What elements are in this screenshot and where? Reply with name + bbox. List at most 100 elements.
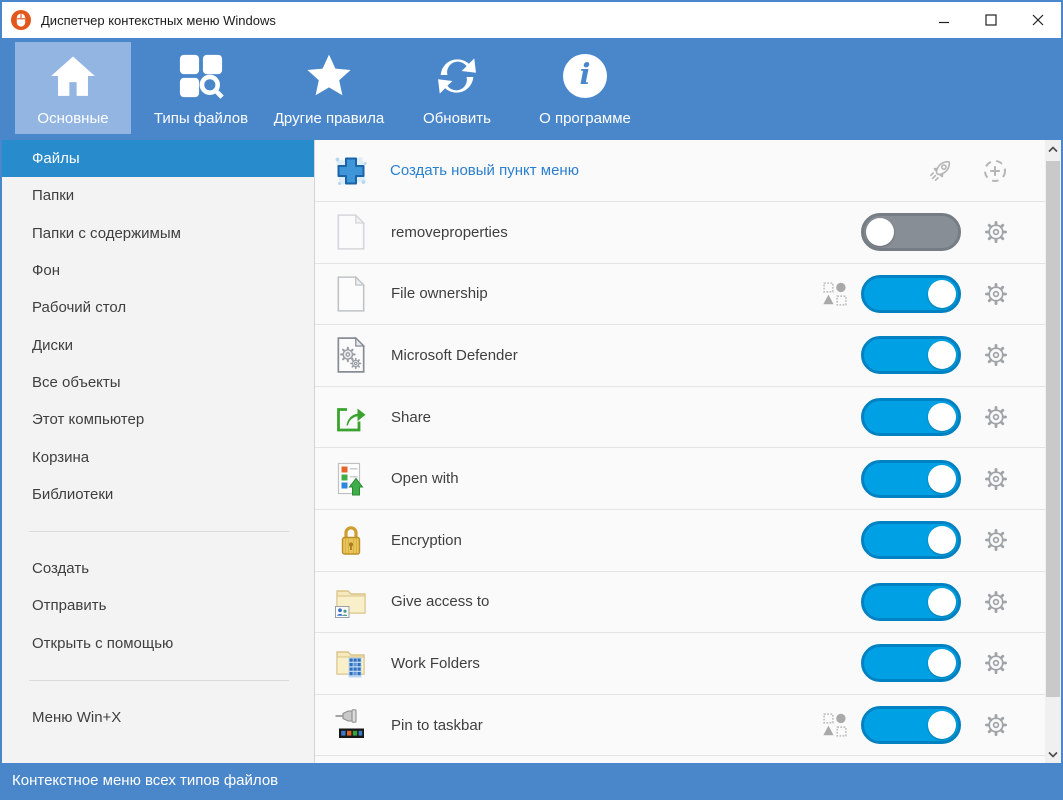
document-icon [332, 275, 370, 313]
settings-gear-icon[interactable] [983, 527, 1009, 553]
app-mouse-icon [11, 10, 31, 30]
sidebar-item-winx-menu[interactable]: Меню Win+X [2, 699, 314, 736]
crosshair-plus-icon [984, 159, 1006, 182]
sidebar-item-drives[interactable]: Диски [2, 326, 314, 363]
enable-toggle[interactable] [861, 274, 961, 313]
sidebar-item-desktop[interactable]: Рабочий стол [2, 289, 314, 326]
sidebar-item-all-objects[interactable]: Все объекты [2, 364, 314, 401]
shapes-badge-icon [823, 282, 847, 306]
maximize-button[interactable] [967, 2, 1014, 38]
toolbar-label: Обновить [423, 110, 491, 127]
share-icon [332, 400, 370, 434]
status-text: Контекстное меню всех типов файлов [12, 772, 279, 789]
menu-item-row: File ownership [315, 263, 1045, 326]
menu-item-row: Microsoft Defender [315, 325, 1045, 387]
settings-gear-icon[interactable] [983, 281, 1009, 307]
enable-toggle[interactable] [861, 582, 961, 621]
enable-toggle[interactable] [861, 336, 961, 375]
pin-taskbar-icon [332, 707, 370, 743]
menu-item-label: File ownership [391, 285, 488, 303]
maximize-icon [984, 14, 997, 26]
toolbar-label: Другие правила [273, 110, 385, 127]
add-plus-icon[interactable] [332, 152, 370, 190]
sidebar-item-folders-with-content[interactable]: Папки с содержимым [2, 215, 314, 252]
status-bar: Контекстное меню всех типов файлов [2, 763, 1061, 798]
document-gears-icon [332, 336, 370, 374]
home-icon [50, 42, 96, 110]
menu-item-label: Open with [391, 470, 459, 488]
toolbar-button-main[interactable]: Основные [15, 42, 131, 134]
menu-item-row: Work Folders [315, 633, 1045, 695]
toolbar-button-about[interactable]: i О программе [527, 42, 643, 134]
app-window: Диспетчер контекстных меню Windows Основ… [0, 0, 1063, 800]
sidebar-item-new[interactable]: Создать [2, 550, 314, 587]
toolbar-button-file-types[interactable]: Типы файлов [143, 42, 259, 134]
sidebar-item-background[interactable]: Фон [2, 252, 314, 289]
sidebar-item-this-pc[interactable]: Этот компьютер [2, 401, 314, 438]
menu-item-label: Give access to [391, 593, 490, 611]
settings-gear-icon[interactable] [983, 404, 1009, 430]
menu-item-label: Encryption [391, 531, 462, 549]
create-new-row: Создать новый пункт меню [315, 140, 1045, 202]
enable-toggle[interactable] [861, 398, 961, 437]
star-icon [305, 42, 353, 110]
lock-icon [332, 521, 370, 559]
settings-gear-icon[interactable] [983, 342, 1009, 368]
menu-item-label: Microsoft Defender [391, 346, 518, 364]
menu-item-label: Share [391, 408, 432, 426]
settings-gear-icon[interactable] [983, 219, 1009, 245]
scrollbar-thumb[interactable] [1046, 161, 1060, 697]
file-types-icon [178, 42, 224, 110]
shapes-badge-icon [823, 713, 847, 737]
sidebar-item-libraries[interactable]: Библиотеки [2, 476, 314, 513]
sidebar-item-open-with[interactable]: Открыть с помощью [2, 625, 314, 662]
minimize-icon [938, 21, 949, 24]
menu-item-label: removeproperties [391, 223, 508, 241]
sidebar-divider [2, 513, 314, 550]
menu-items-list: Создать новый пункт меню removepropertie… [315, 140, 1045, 763]
scroll-down-button[interactable] [1045, 745, 1061, 763]
folder-building-icon [332, 645, 370, 681]
vertical-scrollbar[interactable] [1045, 140, 1061, 763]
enable-toggle[interactable] [861, 706, 961, 745]
enable-toggle[interactable] [861, 521, 961, 560]
open-with-icon [332, 462, 370, 496]
minimize-button[interactable] [920, 2, 967, 38]
toolbar-label: Типы файлов [153, 110, 249, 127]
sidebar-item-files[interactable]: Файлы [2, 140, 314, 178]
scroll-up-button[interactable] [1045, 140, 1061, 158]
close-button[interactable] [1014, 2, 1061, 38]
sidebar-divider [2, 662, 314, 699]
document-icon [332, 213, 370, 251]
menu-item-row: Open with [315, 448, 1045, 510]
toolbar-label: Основные [37, 110, 109, 127]
settings-gear-icon[interactable] [983, 712, 1009, 738]
rocket-icon [930, 160, 951, 181]
rocket-button[interactable] [925, 156, 955, 186]
refresh-icon [434, 42, 480, 110]
menu-item-row: Share [315, 386, 1045, 449]
settings-gear-icon[interactable] [983, 466, 1009, 492]
create-new-menu-item-link[interactable]: Создать новый пункт меню [390, 162, 925, 179]
window-controls [920, 2, 1061, 38]
enable-toggle[interactable] [861, 644, 961, 683]
menu-item-label: Pin to taskbar [391, 716, 483, 734]
toolbar-button-other-rules[interactable]: Другие правила [271, 42, 387, 134]
folder-users-icon [332, 584, 370, 620]
settings-gear-icon[interactable] [983, 589, 1009, 615]
locate-target-button[interactable] [981, 157, 1009, 185]
toolbar-label: О программе [539, 110, 631, 127]
info-icon: i [563, 42, 607, 110]
enable-toggle[interactable] [861, 459, 961, 498]
toolbar-button-refresh[interactable]: Обновить [399, 42, 515, 134]
sidebar-item-recycle-bin[interactable]: Корзина [2, 438, 314, 475]
chevron-down-icon [1048, 751, 1058, 758]
title-bar: Диспетчер контекстных меню Windows [2, 2, 1061, 38]
sidebar-item-folders[interactable]: Папки [2, 177, 314, 214]
menu-item-row: removeproperties [315, 202, 1045, 264]
main-area: Файлы Папки Папки с содержимым Фон Рабоч… [2, 140, 1061, 763]
sidebar-item-send-to[interactable]: Отправить [2, 587, 314, 624]
settings-gear-icon[interactable] [983, 650, 1009, 676]
enable-toggle[interactable] [861, 213, 961, 252]
menu-item-row: Give access to [315, 571, 1045, 634]
